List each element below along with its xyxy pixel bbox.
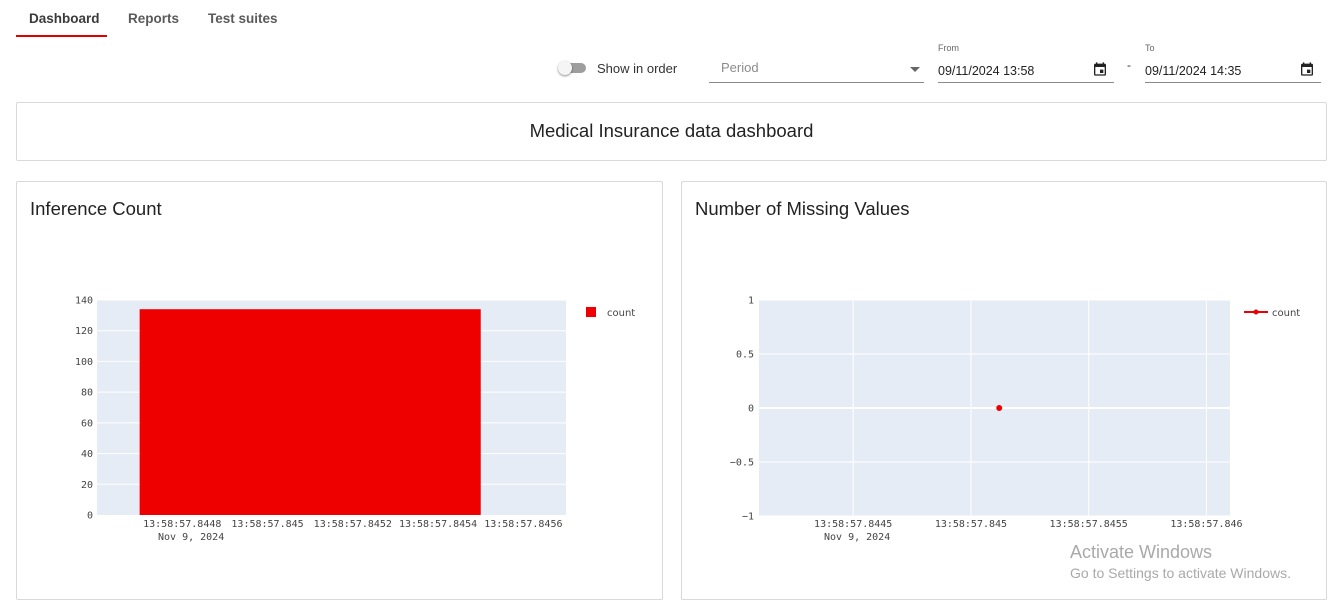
y-tick-label: 1	[748, 296, 754, 307]
tab-reports[interactable]: Reports	[128, 11, 179, 26]
x-tick-label: 13:58:57.8448	[143, 519, 221, 530]
dashboard-title-panel: Medical Insurance data dashboard	[16, 102, 1327, 161]
y-tick-label: −1	[742, 512, 754, 523]
x-tick-label: 13:58:57.846	[1170, 519, 1242, 530]
chevron-down-icon	[910, 67, 920, 72]
x-tick-label: 13:58:57.845	[231, 519, 303, 530]
y-tick-label: 120	[75, 326, 93, 337]
from-date-value: 09/11/2024 13:58	[938, 64, 1035, 78]
toggle-thumb	[558, 61, 572, 75]
legend[interactable]: count	[586, 307, 635, 319]
y-tick-label: 0	[87, 511, 93, 522]
period-placeholder: Period	[721, 60, 759, 75]
legend[interactable]: count	[1244, 308, 1300, 319]
to-date-field: To 09/11/2024 14:35	[1145, 43, 1321, 83]
x-date-label: Nov 9, 2024	[158, 532, 224, 543]
x-tick-label: 13:58:57.845	[935, 519, 1007, 530]
y-tick-label: 0	[748, 404, 754, 415]
from-date-input[interactable]: 09/11/2024 13:58	[938, 55, 1114, 83]
date-range-separator: -	[1127, 58, 1131, 72]
legend-label: count	[607, 308, 635, 319]
y-tick-label: 140	[75, 296, 93, 307]
y-tick-label: 40	[81, 449, 93, 460]
y-tick-label: −0.5	[730, 458, 754, 469]
y-tick-label: 100	[75, 357, 93, 368]
dashboard-title: Medical Insurance data dashboard	[529, 120, 814, 141]
data-point[interactable]	[996, 405, 1003, 411]
inference-count-chart: 0 20 40 60 80 100 120 140 13:58:57.8448 13:58:57…	[75, 296, 635, 544]
to-date-value: 09/11/2024 14:35	[1145, 64, 1242, 78]
period-select[interactable]: Period	[709, 55, 924, 83]
x-tick-label: 13:58:57.8456	[484, 519, 562, 530]
missing-values-panel: Number of Missing Values −1 −0.5 0 0.5 1 13:…	[681, 181, 1327, 600]
tab-dashboard[interactable]: Dashboard	[29, 11, 100, 26]
y-tick-label: 60	[81, 418, 93, 429]
legend-label: count	[1272, 308, 1300, 319]
x-date-label: Nov 9, 2024	[824, 532, 890, 543]
to-label: To	[1145, 43, 1155, 53]
from-date-field: From 09/11/2024 13:58	[938, 43, 1114, 83]
y-tick-label: 0.5	[736, 350, 754, 361]
x-tick-label: 13:58:57.8455	[1050, 519, 1128, 530]
inference-count-panel: Inference Count 0 20 40 60 80 100 120 140 13:58…	[16, 181, 663, 600]
calendar-icon[interactable]	[1092, 61, 1108, 77]
bar[interactable]	[139, 309, 481, 515]
missing-values-chart: −1 −0.5 0 0.5 1 13:58:57.8445 13:58:57.845 13:…	[730, 296, 1300, 544]
y-tick-label: 20	[81, 480, 93, 491]
show-in-order-toggle[interactable]	[558, 61, 588, 75]
legend-marker	[1253, 309, 1259, 315]
show-in-order-label: Show in order	[597, 61, 678, 76]
from-label: From	[938, 43, 959, 53]
legend-swatch	[586, 307, 596, 317]
x-tick-label: 13:58:57.8452	[314, 519, 392, 530]
tab-test-suites[interactable]: Test suites	[208, 11, 278, 26]
y-tick-label: 80	[81, 388, 93, 399]
to-date-input[interactable]: 09/11/2024 14:35	[1145, 55, 1321, 83]
x-tick-label: 13:58:57.8454	[399, 519, 477, 530]
calendar-icon[interactable]	[1299, 61, 1315, 77]
x-tick-label: 13:58:57.8445	[814, 519, 892, 530]
active-tab-indicator	[16, 35, 107, 37]
